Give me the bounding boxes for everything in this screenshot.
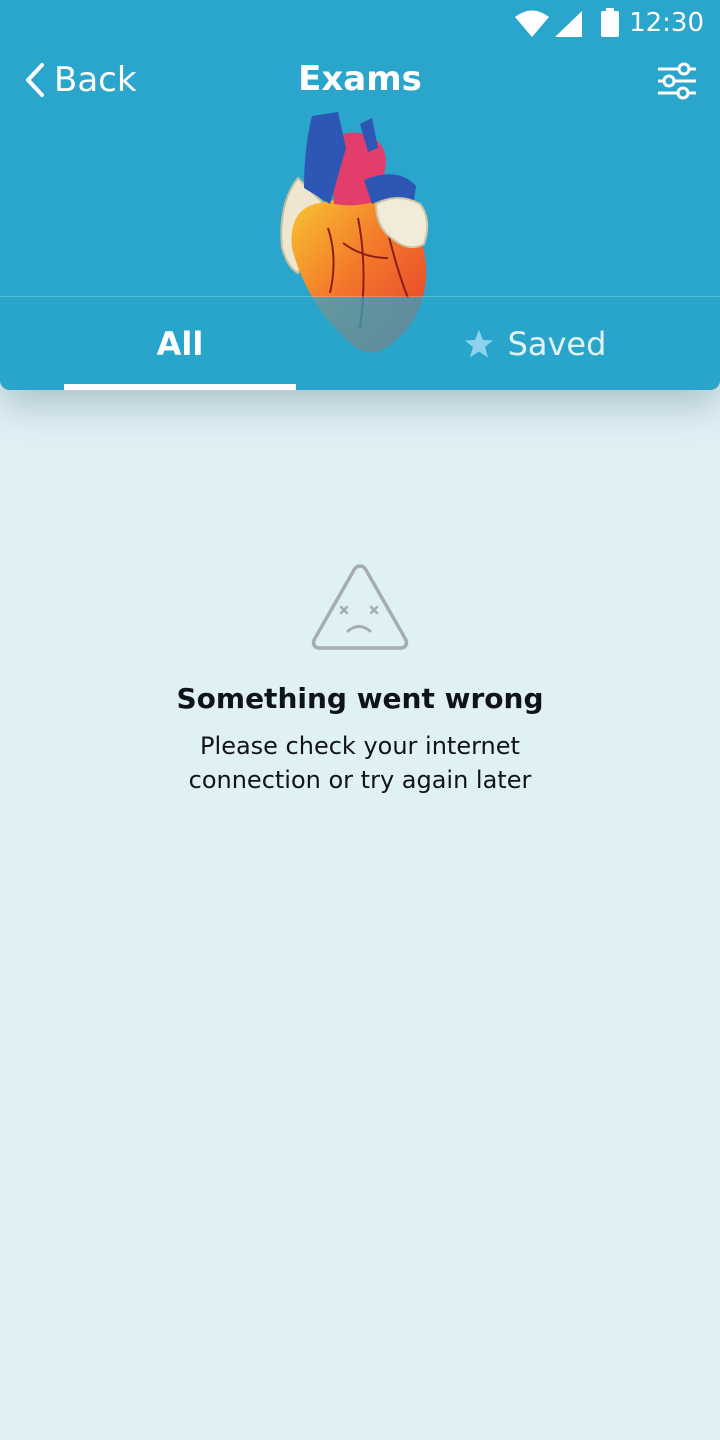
star-icon [464, 329, 493, 357]
tab-bar: All Saved [0, 297, 720, 390]
back-button[interactable]: Back [24, 56, 137, 104]
tab-all-label: All [156, 324, 204, 363]
error-message: Please check your internet connection or… [188, 732, 532, 794]
tabs-divider [0, 296, 720, 297]
battery-icon [601, 8, 619, 37]
tab-saved[interactable]: Saved [424, 297, 646, 390]
app-header: 12:30 Back Exams All Saved [0, 0, 720, 390]
sliders-icon[interactable] [656, 62, 698, 100]
error-state: Something went wrong Please check your i… [0, 560, 720, 797]
signal-icon [555, 11, 582, 37]
status-time: 12:30 [629, 8, 704, 38]
wifi-icon [515, 10, 549, 37]
status-bar: 12:30 [0, 0, 720, 48]
back-label: Back [54, 60, 137, 100]
chevron-left-icon [26, 63, 44, 97]
tab-indicator [64, 384, 296, 390]
sad-triangle-icon [311, 564, 409, 650]
tab-all[interactable]: All [64, 297, 296, 390]
tab-saved-label: Saved [507, 324, 607, 363]
error-title: Something went wrong [176, 682, 544, 715]
